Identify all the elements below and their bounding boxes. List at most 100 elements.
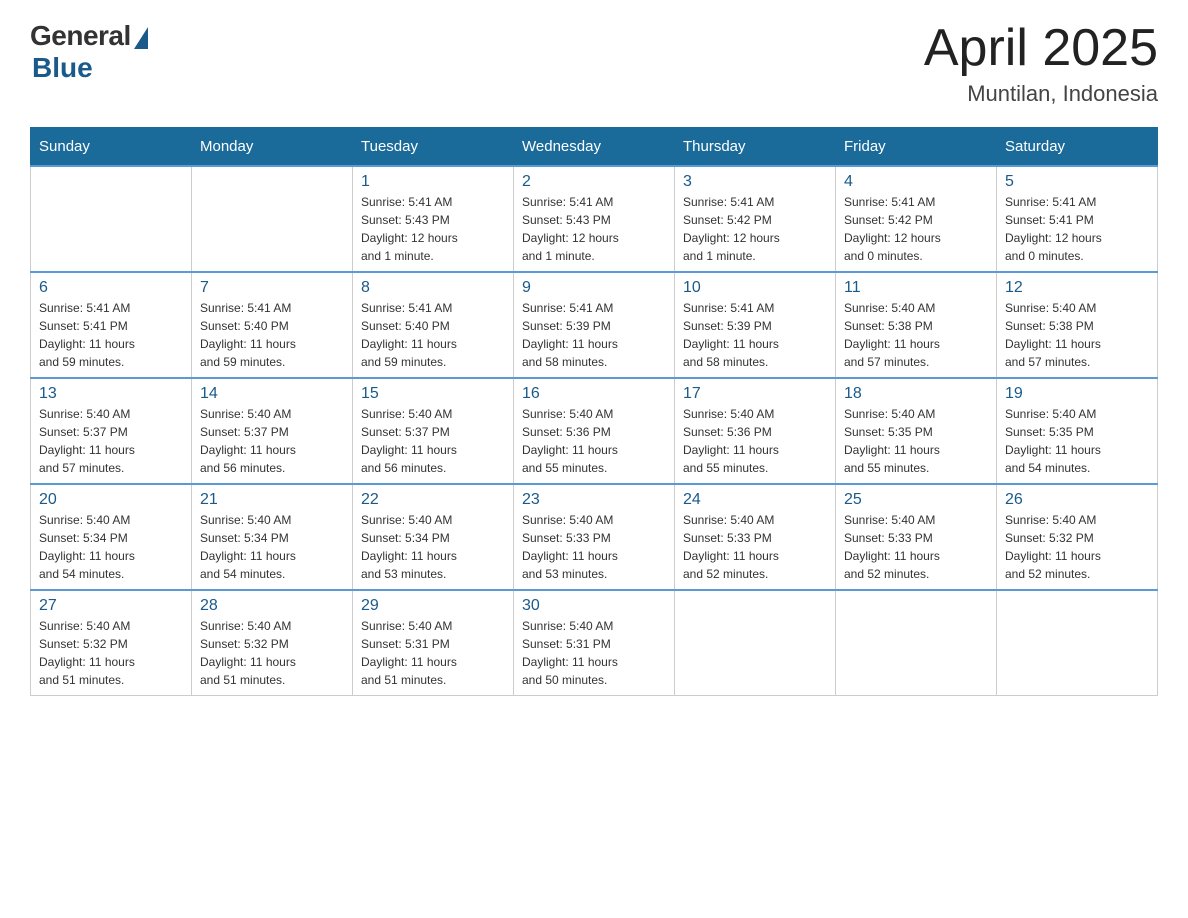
day-number: 30 <box>522 597 666 615</box>
calendar-cell: 18Sunrise: 5:40 AMSunset: 5:35 PMDayligh… <box>836 378 997 484</box>
day-info: Sunrise: 5:41 AMSunset: 5:43 PMDaylight:… <box>522 193 666 265</box>
day-number: 14 <box>200 385 344 403</box>
calendar-cell: 4 Sunrise: 5:41 AMSunset: 5:42 PMDaylight… <box>836 166 997 272</box>
calendar-cell: 17Sunrise: 5:40 AMSunset: 5:36 PMDayligh… <box>675 378 836 484</box>
day-number: 28 <box>200 597 344 615</box>
calendar-week-row: 20 Sunrise: 5:40 AMSunset: 5:34 PMDayligh… <box>31 484 1158 590</box>
calendar-cell: 23Sunrise: 5:40 AMSunset: 5:33 PMDayligh… <box>514 484 675 590</box>
logo-general-text: General <box>30 20 131 52</box>
day-number: 29 <box>361 597 505 615</box>
weekday-header-friday: Friday <box>836 128 997 167</box>
calendar-week-row: 13 Sunrise: 5:40 AMSunset: 5:37 PMDayligh… <box>31 378 1158 484</box>
day-info: Sunrise: 5:40 AMSunset: 5:36 PMDaylight:… <box>522 405 666 477</box>
day-number: 6 <box>39 279 183 297</box>
calendar-cell: 16 Sunrise: 5:40 AMSunset: 5:36 PMDayligh… <box>514 378 675 484</box>
day-info: Sunrise: 5:41 AMSunset: 5:43 PMDaylight:… <box>361 193 505 265</box>
day-info: Sunrise: 5:41 AMSunset: 5:42 PMDaylight:… <box>844 193 988 265</box>
day-number: 1 <box>361 173 505 191</box>
day-number: 26 <box>1005 491 1149 509</box>
calendar-cell <box>997 590 1158 696</box>
logo-blue-text: Blue <box>32 52 93 84</box>
day-info: Sunrise: 5:40 AMSunset: 5:37 PMDaylight:… <box>39 405 183 477</box>
calendar-cell: 6 Sunrise: 5:41 AMSunset: 5:41 PMDaylight… <box>31 272 192 378</box>
day-number: 20 <box>39 491 183 509</box>
calendar-cell: 11Sunrise: 5:40 AMSunset: 5:38 PMDayligh… <box>836 272 997 378</box>
calendar-cell <box>675 590 836 696</box>
weekday-header-wednesday: Wednesday <box>514 128 675 167</box>
day-info: Sunrise: 5:40 AMSunset: 5:31 PMDaylight:… <box>361 617 505 689</box>
day-number: 4 <box>844 173 988 191</box>
day-number: 3 <box>683 173 827 191</box>
day-number: 15 <box>361 385 505 403</box>
day-info: Sunrise: 5:40 AMSunset: 5:33 PMDaylight:… <box>522 511 666 583</box>
calendar-cell: 5Sunrise: 5:41 AMSunset: 5:41 PMDaylight… <box>997 166 1158 272</box>
title-section: April 2025 Muntilan, Indonesia <box>924 20 1158 107</box>
day-number: 5 <box>1005 173 1149 191</box>
day-number: 2 <box>522 173 666 191</box>
day-info: Sunrise: 5:40 AMSunset: 5:33 PMDaylight:… <box>844 511 988 583</box>
day-number: 12 <box>1005 279 1149 297</box>
day-info: Sunrise: 5:41 AMSunset: 5:42 PMDaylight:… <box>683 193 827 265</box>
calendar-cell: 25Sunrise: 5:40 AMSunset: 5:33 PMDayligh… <box>836 484 997 590</box>
calendar-cell: 8Sunrise: 5:41 AMSunset: 5:40 PMDaylight… <box>353 272 514 378</box>
weekday-header-thursday: Thursday <box>675 128 836 167</box>
day-number: 11 <box>844 279 988 297</box>
location-subtitle: Muntilan, Indonesia <box>924 81 1158 107</box>
calendar-cell: 14 Sunrise: 5:40 AMSunset: 5:37 PMDayligh… <box>192 378 353 484</box>
day-number: 24 <box>683 491 827 509</box>
day-number: 10 <box>683 279 827 297</box>
calendar-cell: 3 Sunrise: 5:41 AMSunset: 5:42 PMDaylight… <box>675 166 836 272</box>
day-info: Sunrise: 5:40 AMSunset: 5:32 PMDaylight:… <box>39 617 183 689</box>
calendar-cell: 20 Sunrise: 5:40 AMSunset: 5:34 PMDayligh… <box>31 484 192 590</box>
month-title: April 2025 <box>924 20 1158 77</box>
calendar-cell: 9 Sunrise: 5:41 AMSunset: 5:39 PMDaylight… <box>514 272 675 378</box>
weekday-header-row: SundayMondayTuesdayWednesdayThursdayFrid… <box>31 128 1158 167</box>
calendar-cell: 19 Sunrise: 5:40 AMSunset: 5:35 PMDayligh… <box>997 378 1158 484</box>
day-number: 19 <box>1005 385 1149 403</box>
calendar-cell: 7Sunrise: 5:41 AMSunset: 5:40 PMDaylight… <box>192 272 353 378</box>
day-number: 13 <box>39 385 183 403</box>
calendar-cell: 12Sunrise: 5:40 AMSunset: 5:38 PMDayligh… <box>997 272 1158 378</box>
calendar-cell: 2 Sunrise: 5:41 AMSunset: 5:43 PMDaylight… <box>514 166 675 272</box>
day-info: Sunrise: 5:41 AMSunset: 5:40 PMDaylight:… <box>200 299 344 371</box>
logo: General Blue <box>30 20 148 84</box>
calendar-cell: 24 Sunrise: 5:40 AMSunset: 5:33 PMDayligh… <box>675 484 836 590</box>
day-info: Sunrise: 5:41 AMSunset: 5:39 PMDaylight:… <box>683 299 827 371</box>
calendar-cell: 15 Sunrise: 5:40 AMSunset: 5:37 PMDayligh… <box>353 378 514 484</box>
weekday-header-sunday: Sunday <box>31 128 192 167</box>
day-info: Sunrise: 5:40 AMSunset: 5:31 PMDaylight:… <box>522 617 666 689</box>
day-info: Sunrise: 5:40 AMSunset: 5:37 PMDaylight:… <box>200 405 344 477</box>
calendar-week-row: 1 Sunrise: 5:41 AMSunset: 5:43 PMDaylight… <box>31 166 1158 272</box>
calendar-week-row: 6 Sunrise: 5:41 AMSunset: 5:41 PMDaylight… <box>31 272 1158 378</box>
day-info: Sunrise: 5:41 AMSunset: 5:41 PMDaylight:… <box>39 299 183 371</box>
day-info: Sunrise: 5:40 AMSunset: 5:36 PMDaylight:… <box>683 405 827 477</box>
calendar-cell <box>836 590 997 696</box>
calendar-cell: 13 Sunrise: 5:40 AMSunset: 5:37 PMDayligh… <box>31 378 192 484</box>
calendar-cell: 26 Sunrise: 5:40 AMSunset: 5:32 PMDayligh… <box>997 484 1158 590</box>
calendar-cell <box>192 166 353 272</box>
day-number: 9 <box>522 279 666 297</box>
day-info: Sunrise: 5:40 AMSunset: 5:35 PMDaylight:… <box>1005 405 1149 477</box>
calendar-cell: 22 Sunrise: 5:40 AMSunset: 5:34 PMDayligh… <box>353 484 514 590</box>
day-info: Sunrise: 5:40 AMSunset: 5:35 PMDaylight:… <box>844 405 988 477</box>
day-info: Sunrise: 5:40 AMSunset: 5:32 PMDaylight:… <box>1005 511 1149 583</box>
weekday-header-monday: Monday <box>192 128 353 167</box>
day-info: Sunrise: 5:40 AMSunset: 5:33 PMDaylight:… <box>683 511 827 583</box>
day-info: Sunrise: 5:40 AMSunset: 5:34 PMDaylight:… <box>39 511 183 583</box>
calendar-table: SundayMondayTuesdayWednesdayThursdayFrid… <box>30 127 1158 696</box>
calendar-week-row: 27 Sunrise: 5:40 AMSunset: 5:32 PMDayligh… <box>31 590 1158 696</box>
calendar-cell: 10 Sunrise: 5:41 AMSunset: 5:39 PMDayligh… <box>675 272 836 378</box>
calendar-cell: 27 Sunrise: 5:40 AMSunset: 5:32 PMDayligh… <box>31 590 192 696</box>
calendar-cell: 29 Sunrise: 5:40 AMSunset: 5:31 PMDayligh… <box>353 590 514 696</box>
day-info: Sunrise: 5:40 AMSunset: 5:34 PMDaylight:… <box>361 511 505 583</box>
day-number: 27 <box>39 597 183 615</box>
day-info: Sunrise: 5:41 AMSunset: 5:40 PMDaylight:… <box>361 299 505 371</box>
calendar-cell: 28Sunrise: 5:40 AMSunset: 5:32 PMDayligh… <box>192 590 353 696</box>
day-info: Sunrise: 5:41 AMSunset: 5:39 PMDaylight:… <box>522 299 666 371</box>
day-info: Sunrise: 5:40 AMSunset: 5:37 PMDaylight:… <box>361 405 505 477</box>
day-number: 16 <box>522 385 666 403</box>
day-number: 22 <box>361 491 505 509</box>
weekday-header-tuesday: Tuesday <box>353 128 514 167</box>
calendar-cell: 30 Sunrise: 5:40 AMSunset: 5:31 PMDayligh… <box>514 590 675 696</box>
calendar-cell: 21Sunrise: 5:40 AMSunset: 5:34 PMDayligh… <box>192 484 353 590</box>
